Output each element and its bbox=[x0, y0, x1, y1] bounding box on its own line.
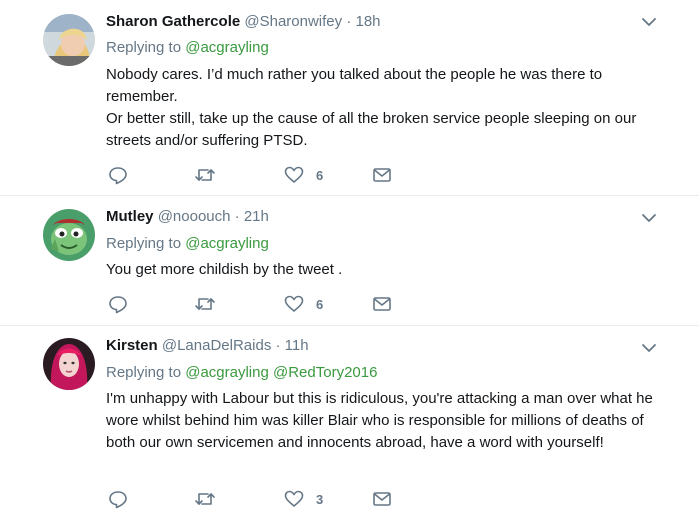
timestamp[interactable]: 11h bbox=[285, 337, 309, 354]
author-handle[interactable]: @Sharonwifey bbox=[244, 13, 342, 30]
timestamp[interactable]: 18h bbox=[356, 13, 381, 30]
like-count: 6 bbox=[316, 296, 324, 312]
tweet-paragraph: Or better still, take up the cause of al… bbox=[106, 110, 637, 149]
caret-down-icon[interactable] bbox=[640, 16, 658, 28]
like-button[interactable]: 6 bbox=[284, 293, 323, 315]
tweet-paragraph: Nobody cares. I’d much rather you talked… bbox=[106, 66, 603, 105]
replying-prefix: Replying to bbox=[106, 39, 182, 56]
mention-link[interactable]: @RedTory2016 bbox=[273, 364, 377, 381]
author-name[interactable]: Kirsten bbox=[106, 337, 158, 354]
avatar[interactable] bbox=[43, 14, 95, 66]
direct-message-button[interactable] bbox=[372, 293, 392, 315]
tweet-text: I'm unhappy with Labour but this is ridi… bbox=[106, 388, 661, 454]
tweet-text: Nobody cares. I’d much rather you talked… bbox=[106, 64, 666, 152]
caret-down-icon[interactable] bbox=[640, 212, 658, 224]
separator: · bbox=[346, 13, 352, 30]
replying-to: Replying to @acgrayling bbox=[106, 234, 269, 254]
heart-icon bbox=[284, 166, 304, 183]
reply-icon bbox=[109, 167, 127, 185]
direct-message-icon bbox=[373, 297, 391, 311]
reply-button[interactable] bbox=[108, 164, 128, 186]
retweet-icon bbox=[195, 169, 215, 181]
replying-prefix: Replying to bbox=[106, 364, 182, 381]
separator: · bbox=[275, 337, 281, 354]
tweet-actions: 6 bbox=[106, 164, 406, 186]
tweet-paragraph: You get more childish by the tweet . bbox=[106, 261, 343, 278]
avatar[interactable] bbox=[43, 209, 95, 261]
reply-icon bbox=[109, 491, 127, 509]
tweet-3[interactable]: Kirsten @LanaDelRaids · 11h Replying to … bbox=[0, 326, 699, 520]
reply-button[interactable] bbox=[108, 488, 128, 510]
woman-pink-hair-avatar-icon bbox=[43, 338, 95, 390]
tweet-paragraph: I'm unhappy with Labour but this is ridi… bbox=[106, 390, 653, 451]
reply-button[interactable] bbox=[108, 293, 128, 315]
like-button[interactable]: 6 bbox=[284, 164, 323, 186]
retweet-button[interactable] bbox=[194, 488, 216, 510]
author-name[interactable]: Mutley bbox=[106, 208, 154, 225]
like-count: 3 bbox=[316, 491, 324, 507]
direct-message-button[interactable] bbox=[372, 164, 392, 186]
tweet-actions: 6 bbox=[106, 293, 406, 315]
replying-to: Replying to @acgrayling bbox=[106, 38, 269, 58]
mention-link[interactable]: @acgrayling bbox=[185, 235, 269, 252]
timestamp[interactable]: 21h bbox=[244, 208, 269, 225]
replying-to: Replying to @acgrayling @RedTory2016 bbox=[106, 363, 377, 383]
heart-icon bbox=[284, 490, 304, 507]
direct-message-icon bbox=[373, 492, 391, 506]
reply-icon bbox=[109, 296, 127, 314]
replying-prefix: Replying to bbox=[106, 235, 182, 252]
tweet-1[interactable]: Sharon Gathercole @Sharonwifey · 18h Rep… bbox=[0, 0, 699, 196]
green-cartoon-dog-avatar-icon bbox=[43, 209, 95, 261]
retweet-button[interactable] bbox=[194, 293, 216, 315]
retweet-icon bbox=[195, 298, 215, 310]
separator: · bbox=[234, 208, 240, 225]
caret-down-icon[interactable] bbox=[640, 342, 658, 354]
avatar[interactable] bbox=[43, 338, 95, 390]
direct-message-button[interactable] bbox=[372, 488, 392, 510]
author-handle[interactable]: @nooouch bbox=[158, 208, 231, 225]
heart-icon bbox=[284, 295, 304, 312]
woman-blonde-avatar-icon bbox=[43, 14, 95, 66]
retweet-button[interactable] bbox=[194, 164, 216, 186]
author-name[interactable]: Sharon Gathercole bbox=[106, 13, 240, 30]
tweet-2[interactable]: Mutley @nooouch · 21h Replying to @acgra… bbox=[0, 196, 699, 326]
direct-message-icon bbox=[373, 168, 391, 182]
author-handle[interactable]: @LanaDelRaids bbox=[162, 337, 271, 354]
tweet-actions: 3 bbox=[106, 488, 406, 510]
tweet-text: You get more childish by the tweet . bbox=[106, 259, 666, 281]
mention-link[interactable]: @acgrayling bbox=[185, 39, 269, 56]
retweet-icon bbox=[195, 493, 215, 505]
like-button[interactable]: 3 bbox=[284, 488, 323, 510]
like-count: 6 bbox=[316, 167, 324, 183]
mention-link[interactable]: @acgrayling bbox=[185, 364, 269, 381]
